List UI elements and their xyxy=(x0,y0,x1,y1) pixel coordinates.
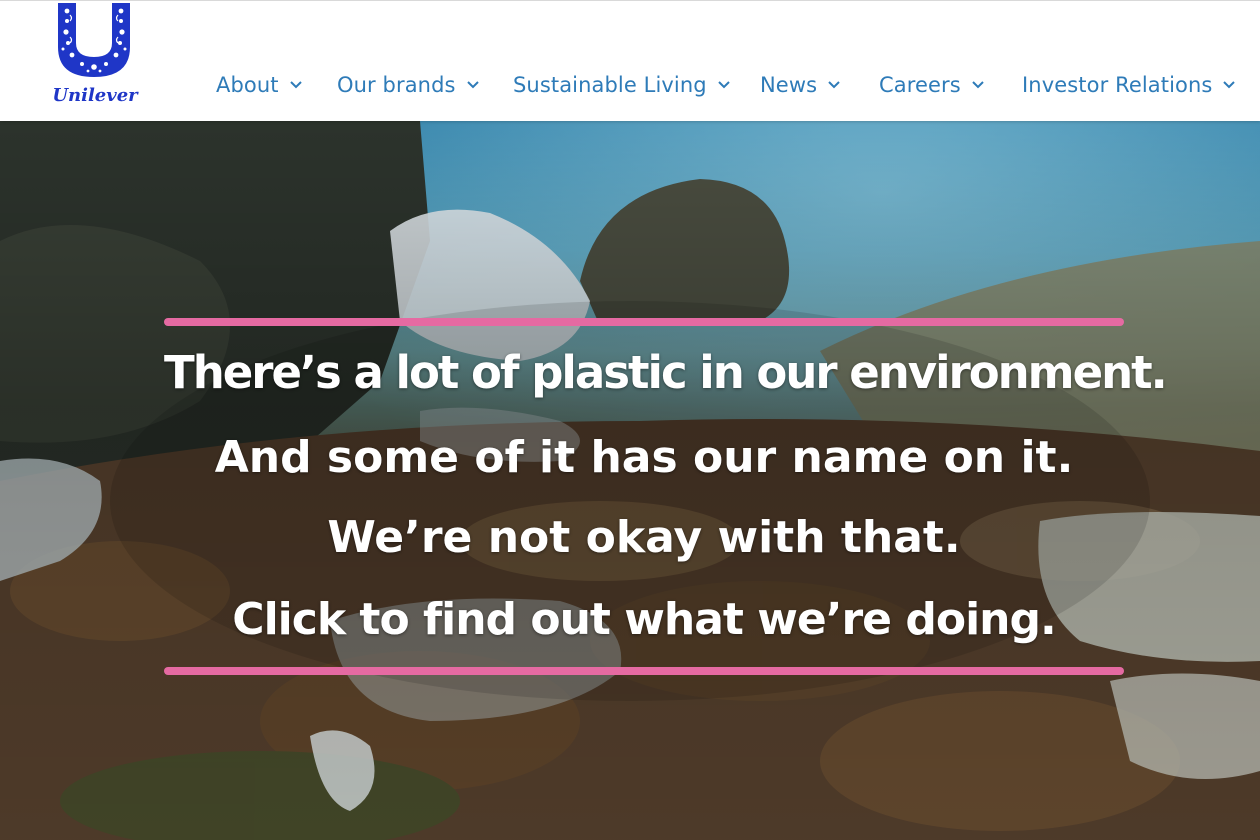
main-nav: About Our brands Sustainable Living News… xyxy=(0,67,1260,103)
banner-line-1: There’s a lot of plastic in our environm… xyxy=(164,346,1168,399)
banner-cta-line[interactable]: Click to find out what we’re doing. xyxy=(164,594,1124,645)
banner-bottom-rule xyxy=(164,667,1124,675)
chevron-down-icon xyxy=(828,80,840,90)
chevron-down-icon xyxy=(466,80,479,90)
plastic-message-banner[interactable]: There’s a lot of plastic in our environm… xyxy=(164,318,1168,678)
nav-item-label: News xyxy=(760,73,818,97)
banner-top-rule xyxy=(164,318,1124,326)
nav-item-label: About xyxy=(216,73,279,97)
chevron-down-icon xyxy=(972,80,984,90)
chevron-down-icon xyxy=(1223,80,1236,90)
chevron-down-icon xyxy=(717,80,730,90)
nav-item-label: Investor Relations xyxy=(1022,73,1213,97)
nav-item-label: Careers xyxy=(879,73,961,97)
site-header: Unilever About Our brands Sustainable Li… xyxy=(0,0,1260,121)
chevron-down-icon xyxy=(289,80,302,90)
banner-line-2: And some of it has our name on it. xyxy=(214,432,1074,483)
nav-item-news[interactable]: News xyxy=(760,67,840,103)
hero-section[interactable]: There’s a lot of plastic in our environm… xyxy=(0,121,1260,840)
nav-item-our-brands[interactable]: Our brands xyxy=(337,67,479,103)
nav-item-careers[interactable]: Careers xyxy=(879,67,984,103)
nav-item-sustainable-living[interactable]: Sustainable Living xyxy=(513,67,730,103)
nav-item-label: Our brands xyxy=(337,73,456,97)
nav-item-investor-relations[interactable]: Investor Relations xyxy=(1022,67,1236,103)
nav-item-label: Sustainable Living xyxy=(513,73,707,97)
nav-item-about[interactable]: About xyxy=(216,67,302,103)
banner-line-3: We’re not okay with that. xyxy=(327,512,961,563)
